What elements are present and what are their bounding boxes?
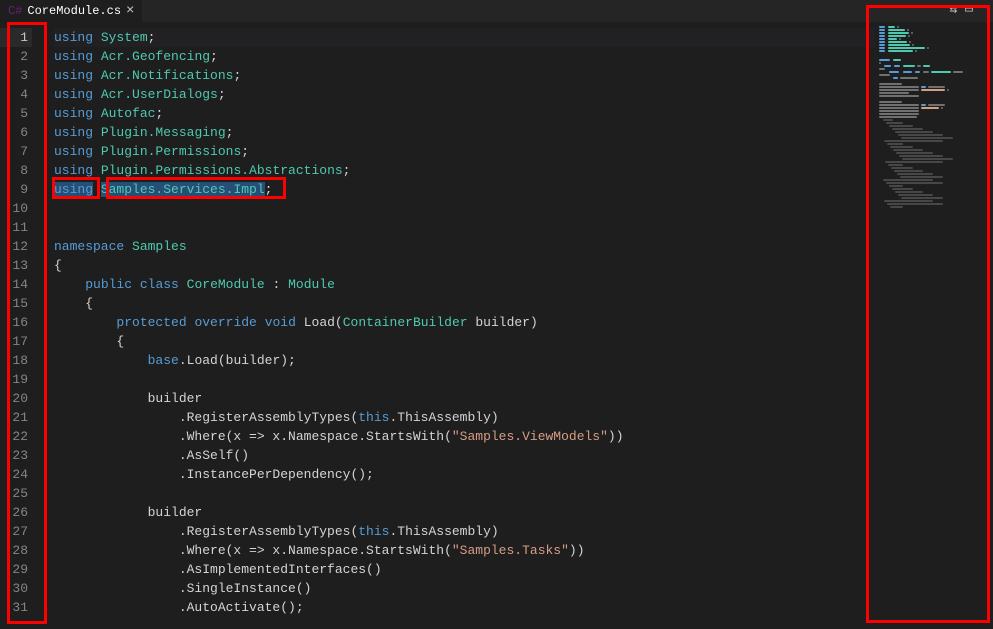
code-line[interactable] bbox=[54, 370, 875, 389]
code-line[interactable]: namespace Samples bbox=[54, 237, 875, 256]
line-number: 8 bbox=[0, 161, 32, 180]
code-line[interactable]: using Acr.UserDialogs; bbox=[54, 85, 875, 104]
code-line[interactable]: .AsImplementedInterfaces() bbox=[54, 560, 875, 579]
code-line[interactable]: .RegisterAssemblyTypes(this.ThisAssembly… bbox=[54, 408, 875, 427]
code-line[interactable] bbox=[54, 484, 875, 503]
csharp-file-icon: C# bbox=[8, 4, 22, 18]
line-number: 21 bbox=[0, 408, 32, 427]
code-line[interactable]: using Autofac; bbox=[54, 104, 875, 123]
code-line[interactable]: using Acr.Geofencing; bbox=[54, 47, 875, 66]
line-number: 13 bbox=[0, 256, 32, 275]
code-line[interactable]: { bbox=[54, 294, 875, 313]
line-number: 7 bbox=[0, 142, 32, 161]
code-line[interactable]: using Plugin.Messaging; bbox=[54, 123, 875, 142]
tab-filename: CoreModule.cs bbox=[27, 4, 121, 18]
code-line[interactable]: using Plugin.Permissions; bbox=[54, 142, 875, 161]
line-number: 18 bbox=[0, 351, 32, 370]
code-line[interactable]: base.Load(builder); bbox=[54, 351, 875, 370]
line-number: 19 bbox=[0, 370, 32, 389]
line-number: 14 bbox=[0, 275, 32, 294]
line-number-gutter: 1234567891011121314151617181920212223242… bbox=[0, 22, 40, 629]
code-line[interactable]: .AutoActivate(); bbox=[54, 598, 875, 617]
line-number: 15 bbox=[0, 294, 32, 313]
code-line[interactable]: .SingleInstance() bbox=[54, 579, 875, 598]
line-number: 26 bbox=[0, 503, 32, 522]
code-line[interactable]: .InstancePerDependency(); bbox=[54, 465, 875, 484]
compare-changes-icon[interactable]: ⇆ bbox=[949, 2, 957, 17]
code-line[interactable] bbox=[54, 199, 875, 218]
code-line[interactable]: builder bbox=[54, 389, 875, 408]
line-number: 28 bbox=[0, 541, 32, 560]
line-number: 10 bbox=[0, 199, 32, 218]
tab-bar: C# CoreModule.cs × ⇆ ▭ bbox=[0, 0, 993, 22]
line-number: 17 bbox=[0, 332, 32, 351]
code-line[interactable]: .Where(x => x.Namespace.StartsWith("Samp… bbox=[54, 427, 875, 446]
line-number: 9 bbox=[0, 180, 32, 199]
code-line[interactable]: using Acr.Notifications; bbox=[54, 66, 875, 85]
code-line[interactable]: .RegisterAssemblyTypes(this.ThisAssembly… bbox=[54, 522, 875, 541]
code-line[interactable]: .Where(x => x.Namespace.StartsWith("Samp… bbox=[54, 541, 875, 560]
code-line[interactable]: using System; bbox=[54, 28, 875, 47]
editor-top-actions: ⇆ ▭ bbox=[949, 2, 973, 17]
code-line[interactable]: using Samples.Services.Impl; bbox=[54, 180, 875, 199]
line-number: 20 bbox=[0, 389, 32, 408]
line-number: 6 bbox=[0, 123, 32, 142]
line-number: 25 bbox=[0, 484, 32, 503]
line-number: 16 bbox=[0, 313, 32, 332]
code-editor[interactable]: using System;using Acr.Geofencing;using … bbox=[40, 22, 875, 629]
line-number: 29 bbox=[0, 560, 32, 579]
code-line[interactable]: public class CoreModule : Module bbox=[54, 275, 875, 294]
line-number: 27 bbox=[0, 522, 32, 541]
line-number: 31 bbox=[0, 598, 32, 617]
line-number: 11 bbox=[0, 218, 32, 237]
editor-tab[interactable]: C# CoreModule.cs × bbox=[0, 0, 143, 22]
line-number: 24 bbox=[0, 465, 32, 484]
line-number: 22 bbox=[0, 427, 32, 446]
close-tab-icon[interactable]: × bbox=[126, 3, 134, 19]
line-number: 1 bbox=[0, 28, 32, 47]
code-line[interactable]: { bbox=[54, 332, 875, 351]
line-number: 2 bbox=[0, 47, 32, 66]
code-line[interactable]: .AsSelf() bbox=[54, 446, 875, 465]
code-line[interactable]: protected override void Load(ContainerBu… bbox=[54, 313, 875, 332]
line-number: 3 bbox=[0, 66, 32, 85]
code-line[interactable]: { bbox=[54, 256, 875, 275]
minimap[interactable] bbox=[875, 22, 993, 629]
line-number: 23 bbox=[0, 446, 32, 465]
code-line[interactable] bbox=[54, 218, 875, 237]
code-line[interactable]: builder bbox=[54, 503, 875, 522]
split-editor-icon[interactable]: ▭ bbox=[965, 2, 973, 17]
editor-area: 1234567891011121314151617181920212223242… bbox=[0, 22, 993, 629]
line-number: 30 bbox=[0, 579, 32, 598]
line-number: 12 bbox=[0, 237, 32, 256]
line-number: 4 bbox=[0, 85, 32, 104]
code-line[interactable]: using Plugin.Permissions.Abstractions; bbox=[54, 161, 875, 180]
line-number: 5 bbox=[0, 104, 32, 123]
